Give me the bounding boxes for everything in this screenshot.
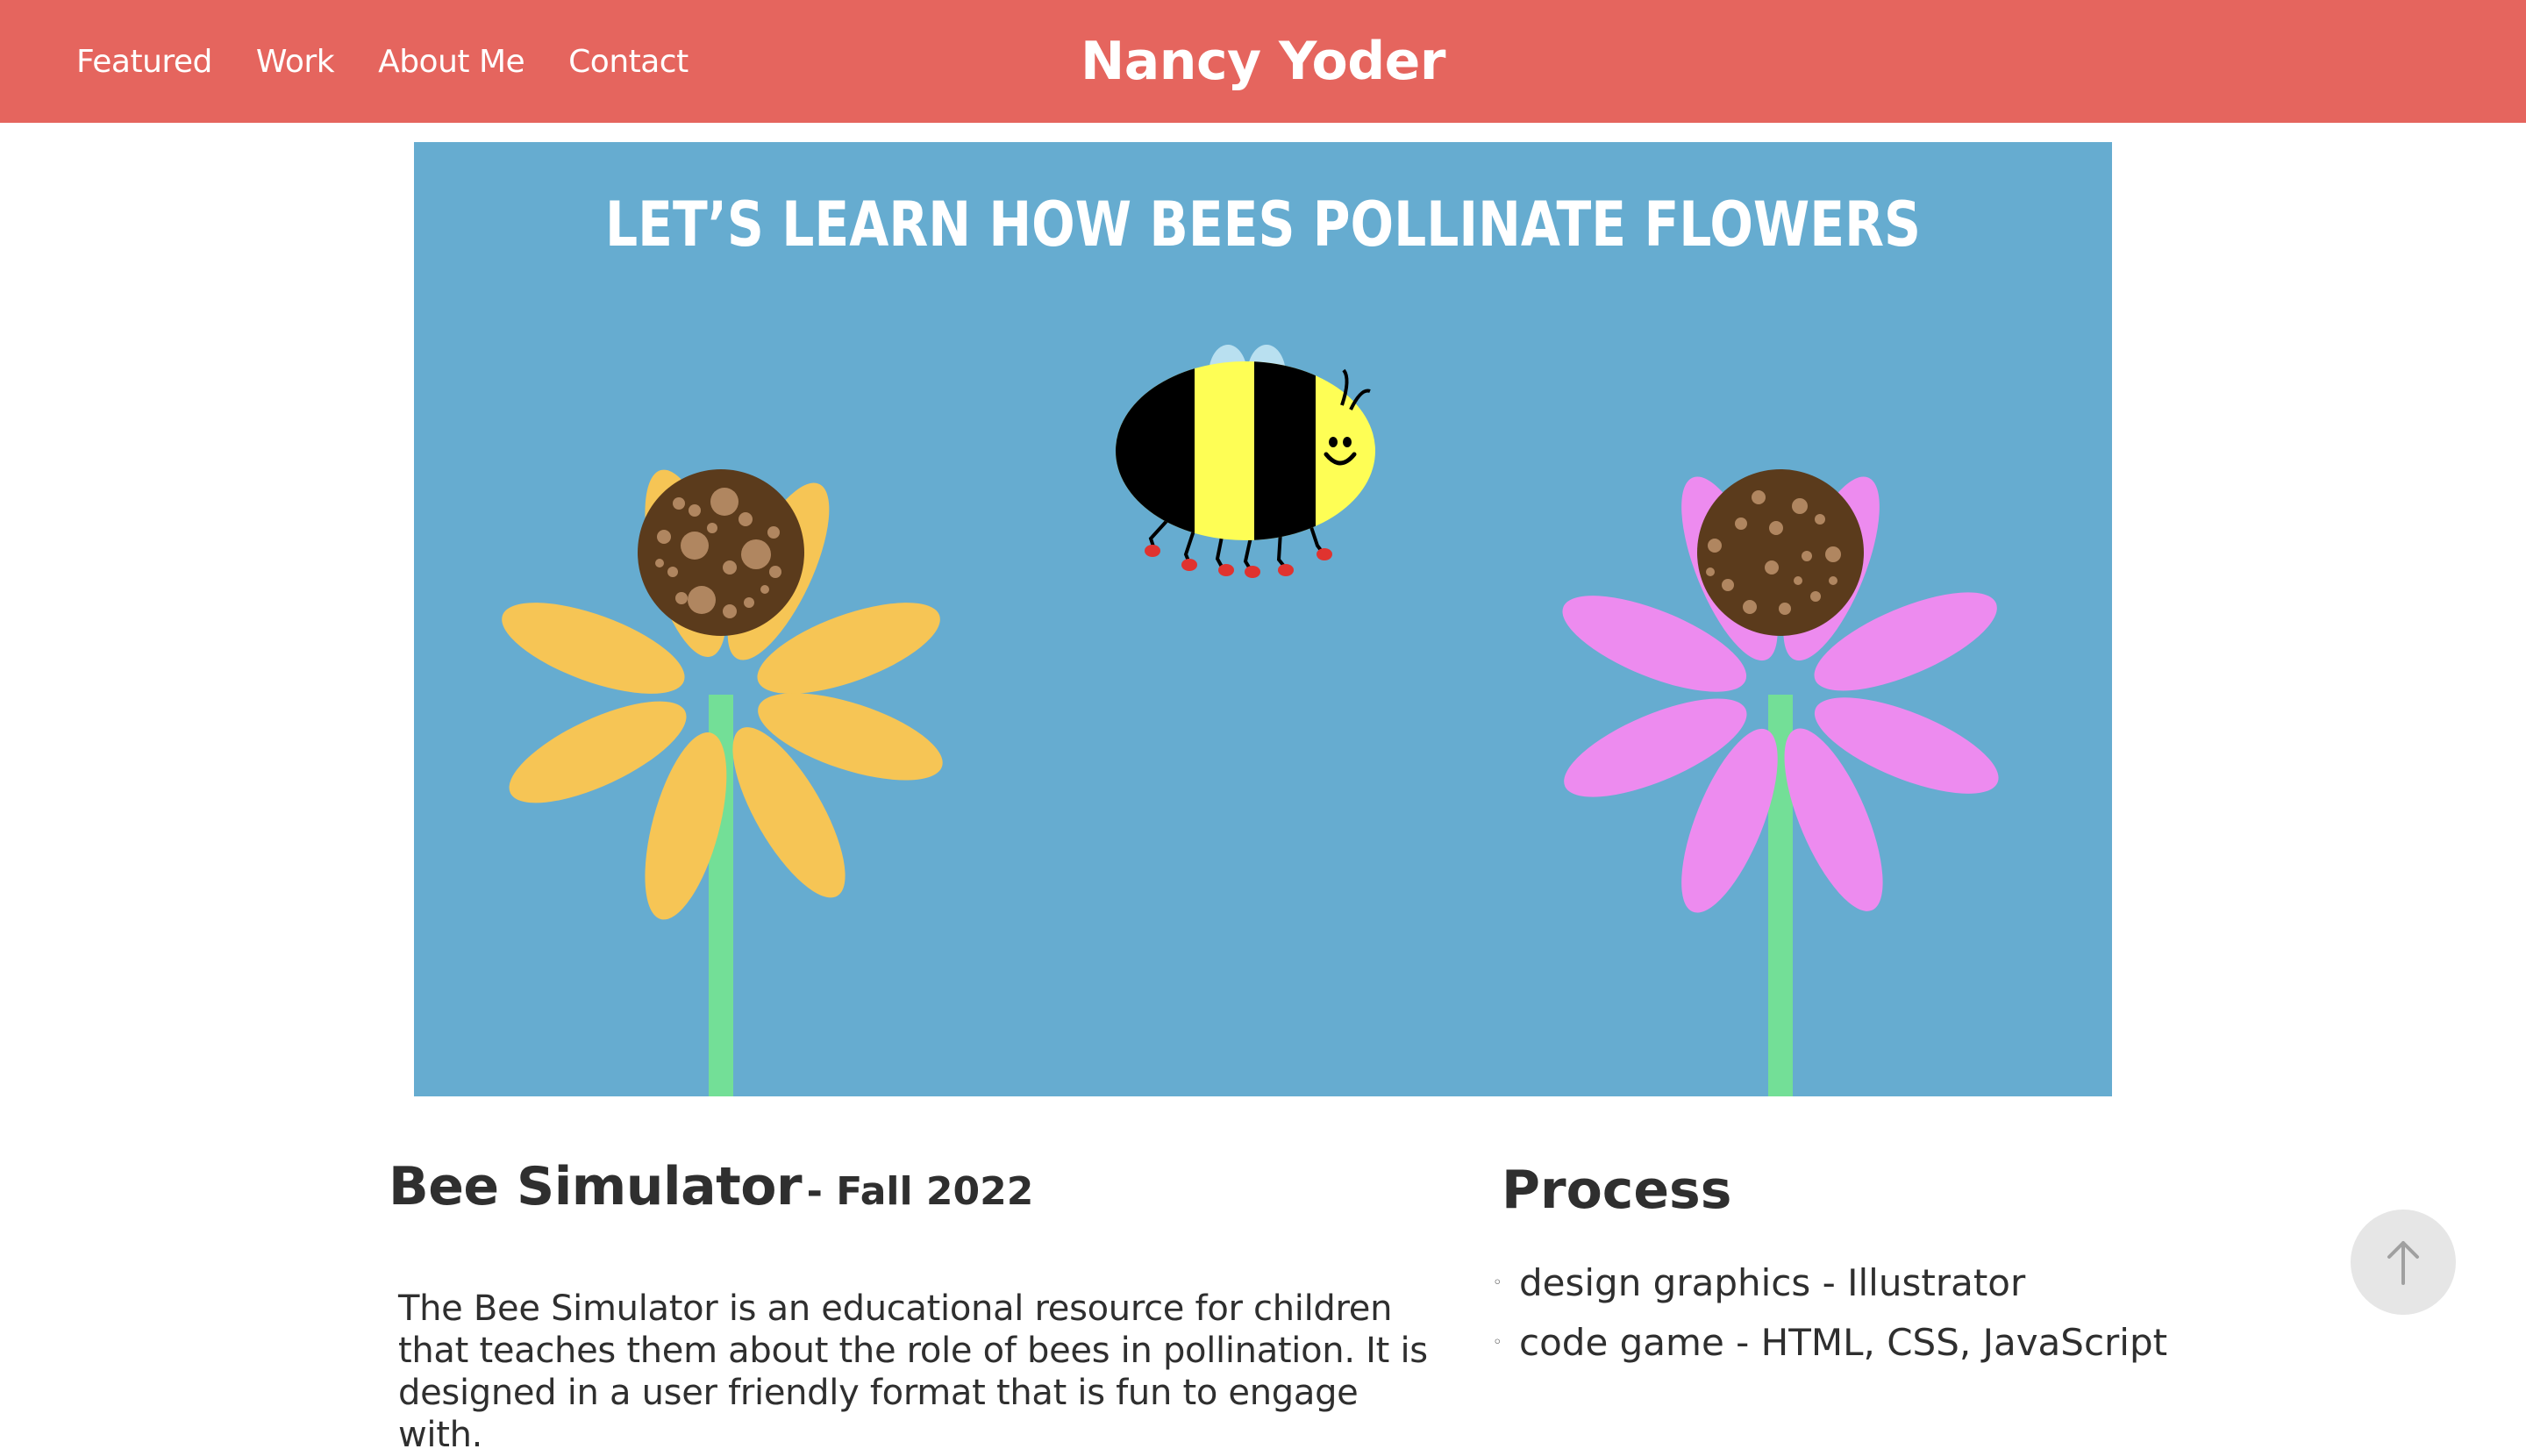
- scroll-to-top-button[interactable]: [2351, 1210, 2456, 1315]
- arrow-up-icon: [2387, 1241, 2419, 1285]
- nav-link-about-me[interactable]: About Me: [378, 44, 525, 80]
- process-item-label: code game - HTML, CSS, JavaScript: [1519, 1320, 2168, 1364]
- bullet-icon: ◦: [1493, 1332, 1502, 1352]
- project-date: - Fall 2022: [806, 1169, 1034, 1214]
- nav-link-contact[interactable]: Contact: [568, 44, 689, 80]
- project-description: The Bee Simulator is an educational reso…: [398, 1288, 1428, 1455]
- project-heading: Bee Simulator - Fall 2022: [389, 1156, 1033, 1217]
- main-nav: Featured Work About Me Contact: [76, 0, 689, 123]
- brand-name[interactable]: Nancy Yoder: [1081, 31, 1445, 92]
- list-item: ◦ code game - HTML, CSS, JavaScript: [1493, 1312, 2167, 1372]
- project-title: Bee Simulator: [389, 1156, 803, 1217]
- process-heading: Process: [1502, 1160, 1732, 1221]
- hero-background: [414, 142, 2112, 1096]
- bullet-icon: ◦: [1493, 1273, 1502, 1292]
- list-item: ◦ design graphics - Illustrator: [1493, 1253, 2167, 1312]
- bee-simulator-illustration: LET’S LEARN HOW BEES POLLINATE FLOWERS: [414, 142, 2112, 1096]
- hero-title: LET’S LEARN HOW BEES POLLINATE FLOWERS: [605, 189, 1921, 261]
- process-list: ◦ design graphics - Illustrator ◦ code g…: [1493, 1253, 2167, 1372]
- nav-link-featured[interactable]: Featured: [76, 44, 212, 80]
- process-item-label: design graphics - Illustrator: [1519, 1260, 2026, 1304]
- site-header: Featured Work About Me Contact Nancy Yod…: [0, 0, 2526, 123]
- nav-link-work[interactable]: Work: [256, 44, 335, 80]
- hero-image: LET’S LEARN HOW BEES POLLINATE FLOWERS: [414, 142, 2112, 1096]
